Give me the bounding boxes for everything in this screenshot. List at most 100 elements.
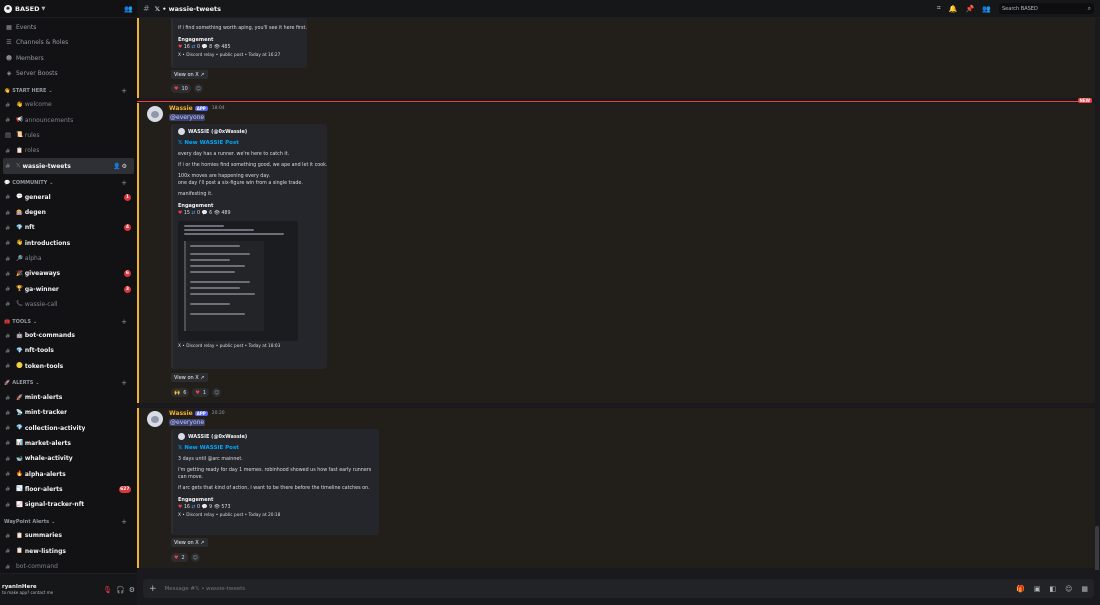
pin-icon[interactable]: 📌 [966,5,975,13]
channel-announcements[interactable]: # 📢 announcements [0,112,137,127]
tweet-embed: if i find something worth aping, you'll … [171,18,307,68]
category-alerts[interactable]: 🚀 ALERTS ⌄ + [0,377,137,390]
channel-roles[interactable]: # 📋 roles [0,143,137,158]
author-name[interactable]: Wassie [169,105,193,112]
avatar[interactable] [147,106,163,122]
message: Wassie APP 20:20 @everyone WASSIE (@0xWa… [137,408,1095,568]
channel-alpha-alerts[interactable]: # 🔥 alpha-alerts [0,466,137,481]
category-start-here[interactable]: 👋 START HERE ⌄ + [0,84,137,97]
view-on-x-button[interactable]: View on X ↗ [171,538,208,547]
avatar[interactable] [147,411,163,427]
app-badge: APP [194,106,208,111]
channel-settings-icons[interactable]: 👤⚙ [113,163,128,170]
category-tools[interactable]: 🧰 TOOLS ⌄ + [0,315,137,328]
add-attachment-icon[interactable]: + [149,584,157,594]
timestamp: 20:20 [211,411,225,416]
channel-nft-tools[interactable]: # 💎 nft-tools [0,343,137,358]
add-channel-icon[interactable]: + [121,379,127,387]
author-name[interactable]: Wassie [169,410,193,417]
hash-icon: # [5,362,11,371]
channel-alpha[interactable]: # 🔎 alpha [0,251,137,266]
channel-new-listings[interactable]: # 📋 new-listings [0,544,137,559]
channel-general[interactable]: # 💬 general 1 [0,190,137,205]
channel-summaries[interactable]: # 📋 summaries [0,528,137,543]
embed-author[interactable]: WASSIE (@0xWassie) [178,433,374,440]
message: Wassie APP 18:04 @everyone WASSIE (@0xWa… [137,103,1095,403]
toolbox-icon: 🧰 [4,318,11,325]
channel-welcome[interactable]: # 👋 welcome [0,97,137,112]
scrollbar[interactable] [1095,526,1099,570]
channel-rules[interactable]: ▤ 📜 rules [0,128,137,143]
reaction-heart[interactable]: ♥ 1 [192,388,210,397]
nav-channels-roles[interactable]: ☰ Channels & Roles [0,35,137,50]
channel-introductions[interactable]: # 👋 introductions [0,236,137,251]
channel-mint-tracker[interactable]: # 📡 mint-tracker [0,405,137,420]
replies: 8 [209,45,213,50]
add-channel-icon[interactable]: + [121,87,127,95]
sticker-icon[interactable]: ◧ [1049,585,1056,593]
embed-title[interactable]: 𝕏 New WASSIE Post [178,445,374,451]
channel-floor-alerts[interactable]: # 📉 floor-alerts 627 [0,482,137,497]
headphones-icon[interactable]: 🎧 [116,586,125,594]
everyone-mention[interactable]: @everyone [169,114,206,121]
reaction-heart[interactable]: ♥ 2 [171,553,188,562]
channel-wassie-call[interactable]: # 📞 wassie-call [0,297,137,312]
message-input[interactable] [164,585,565,592]
heart-icon: ♥ [178,45,183,50]
mic-muted-icon[interactable]: 🎙 [103,586,112,594]
search-placeholder: Search BASED [1002,5,1038,12]
gif-icon[interactable]: ▣ [1034,585,1041,593]
search-input[interactable]: Search BASED ⌕ [999,3,1094,14]
nav-members[interactable]: ☻ Members [0,51,137,66]
view-on-x-button[interactable]: View on X ↗ [171,70,208,79]
server-header[interactable]: ✺ BASED ▼ 👥 [0,0,137,18]
add-reaction-icon[interactable]: ☺ [212,388,222,397]
hash-icon: # [5,116,11,125]
channel-wassie-tweets[interactable]: # 𝕏wassie-tweets 👤⚙ [3,158,134,174]
channel-market-alerts[interactable]: # 📊 market-alerts [0,436,137,451]
channel-name: mint-alerts [24,394,63,402]
channel-giveaways[interactable]: # 🎉 giveaways 6 [0,266,137,281]
invite-people-icon[interactable]: 👥 [124,5,133,13]
tweet-image[interactable] [178,221,298,341]
author-avatar-icon [178,433,185,440]
everyone-mention[interactable]: @everyone [169,419,206,426]
reply-icon: 💬 [201,211,208,216]
nav-events[interactable]: ▦ Events [0,20,137,35]
channel-mint-alerts[interactable]: # 🚀 mint-alerts [0,390,137,405]
gear-icon[interactable]: ⚙ [129,586,135,594]
add-channel-icon[interactable]: + [121,518,127,526]
channel-collection-activity[interactable]: # 💎 collection-activity [0,421,137,436]
embed-author[interactable]: WASSIE (@0xWassie) [178,128,322,135]
channel-bot-commands[interactable]: # 🤖 bot-commands [0,328,137,343]
mention-badge: 627 [118,485,131,493]
category-community[interactable]: 💬 COMMUNITY ⌄ + [0,177,137,190]
emoji-icon[interactable]: ☺ [1065,585,1072,593]
add-reaction-icon[interactable]: ☺ [193,84,203,93]
view-on-x-button[interactable]: View on X ↗ [171,373,208,382]
reaction-heart[interactable]: ♥ 10 [171,84,191,93]
nav-server-boosts[interactable]: ◈ Server Boosts [0,66,137,81]
embed-text: i'm getting ready for day 1 memes. robin… [178,468,372,473]
apps-icon[interactable]: ▦ [1081,585,1088,593]
user-info[interactable]: ryanInHere to make app? contact me [2,584,53,595]
hash-icon: # [5,162,11,171]
threads-icon[interactable]: ⌗ [937,4,941,13]
channel-ga-winner[interactable]: # 🏆 ga-winner 3 [0,281,137,296]
channel-nft[interactable]: # 💎 nft 4 [0,220,137,235]
channel-degen[interactable]: # 🎰 degen [0,205,137,220]
bell-icon[interactable]: 🔔 [949,5,958,13]
nav-label: Members [16,54,44,62]
category-waypoint-alerts[interactable]: WayPoint Alerts ⌄ + [0,515,137,528]
channel-signal-tracker-nft[interactable]: # 📈 signal-tracker-nft [0,497,137,512]
add-channel-icon[interactable]: + [121,318,127,326]
channel-token-tools[interactable]: # 🪙 token-tools [0,359,137,374]
channel-bot-command[interactable]: # bot-command [0,559,137,574]
gift-icon[interactable]: 🎁 [1016,585,1025,593]
member-list-icon[interactable]: 👥 [982,5,991,13]
add-channel-icon[interactable]: + [121,179,127,187]
add-reaction-icon[interactable]: ☺ [190,553,200,562]
embed-title[interactable]: 𝕏 New WASSIE Post [178,140,322,146]
channel-whale-activity[interactable]: # 🐋 whale-activity [0,451,137,466]
reaction-raised-hands[interactable]: 🙌 6 [171,388,190,397]
